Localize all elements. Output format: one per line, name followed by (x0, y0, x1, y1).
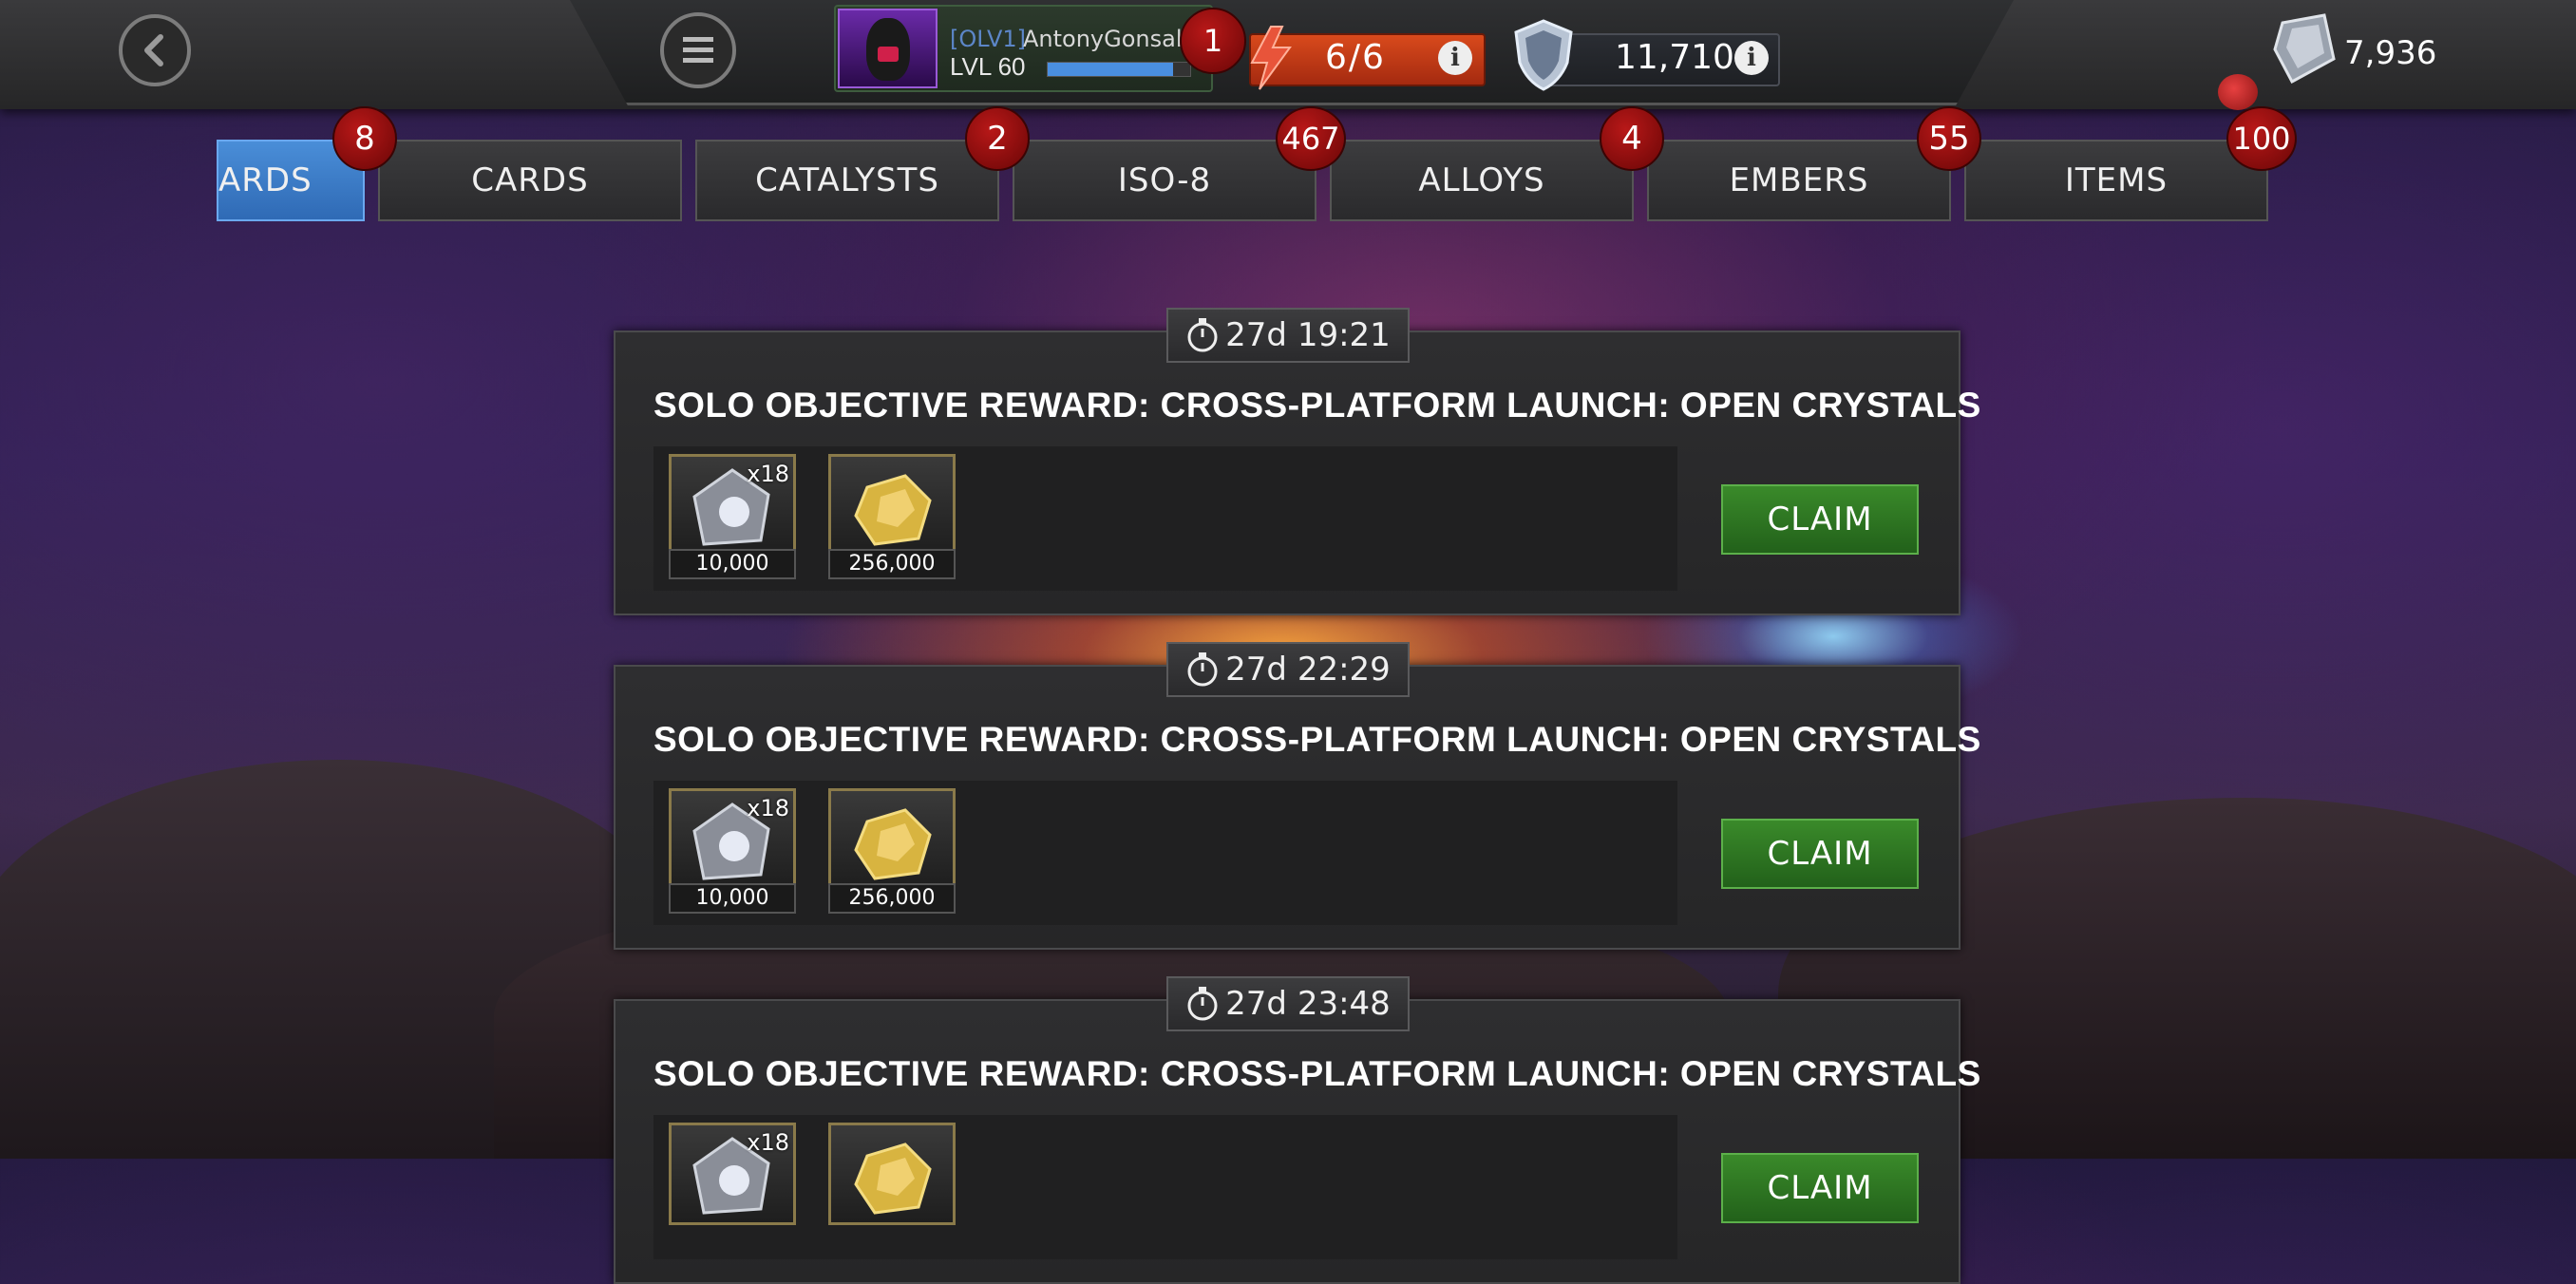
reward-title: SOLO OBJECTIVE REWARD: CROSS-PLATFORM LA… (653, 720, 1981, 759)
timer-text: 27d 22:29 (1225, 651, 1391, 689)
tab-badge: 467 (1276, 106, 1346, 171)
timer-text: 27d 19:21 (1225, 316, 1391, 354)
tab-badge: 2 (965, 106, 1030, 171)
tab-label: ISO-8 (1117, 161, 1212, 199)
gold-icon (854, 1142, 932, 1215)
tab-badge: 8 (332, 106, 397, 171)
tab-label: CARDS (471, 161, 589, 199)
gold-icon (854, 474, 932, 546)
item-value: 256,000 (828, 549, 956, 579)
tab-items[interactable]: ITEMS (1964, 140, 2268, 221)
info-icon[interactable]: i (1438, 41, 1472, 75)
reward-title: SOLO OBJECTIVE REWARD: CROSS-PLATFORM LA… (653, 1054, 1981, 1093)
tab-cards[interactable]: CARDS (378, 140, 682, 221)
reward-card: 27d 19:21 SOLO OBJECTIVE REWARD: CROSS-P… (614, 308, 1980, 615)
reward-timer: 27d 23:48 (1166, 976, 1410, 1031)
back-button[interactable] (119, 14, 191, 86)
tab-iso8[interactable]: ISO-8 (1013, 140, 1316, 221)
stopwatch-icon (1187, 318, 1218, 352)
tab-badge: 100 (2226, 106, 2297, 171)
claim-button[interactable]: CLAIM (1721, 819, 1919, 889)
units-value: 7,936 (2344, 34, 2437, 72)
reward-items: x18 (653, 1115, 1677, 1259)
tab-alloys[interactable]: ALLOYS (1330, 140, 1634, 221)
xp-bar-fill (1048, 63, 1173, 76)
tab-badge: 55 (1917, 106, 1981, 171)
notification-badge[interactable]: 1 (1180, 8, 1246, 74)
item-quantity: x18 (747, 795, 789, 821)
stopwatch-icon (1187, 652, 1218, 687)
reward-card: 27d 22:29 SOLO OBJECTIVE REWARD: CROSS-P… (614, 642, 1980, 950)
tab-catalysts[interactable]: CATALYSTS (695, 140, 999, 221)
player-level: LVL 60 (950, 52, 1026, 81)
spider-icon (2218, 74, 2258, 110)
energy-value: 6/6 (1325, 38, 1386, 77)
tab-label: ARDS (218, 161, 313, 199)
reward-item[interactable]: x18 10,000 (669, 454, 796, 579)
tab-label: EMBERS (1729, 161, 1869, 199)
reward-card: 27d 23:48 SOLO OBJECTIVE REWARD: CROSS-P… (614, 976, 1980, 1284)
energy-icon (1250, 26, 1292, 90)
item-value: 256,000 (828, 883, 956, 914)
stopwatch-icon (1187, 987, 1218, 1021)
tab-label: ITEMS (2064, 161, 2169, 199)
shield-value: 11,710 (1615, 38, 1734, 77)
reward-items: x18 10,000 256,000 (653, 446, 1677, 591)
reward-item[interactable]: 256,000 (828, 454, 956, 579)
item-value: 10,000 (669, 549, 796, 579)
units-icon (2273, 13, 2336, 85)
item-value: 10,000 (669, 883, 796, 914)
alliance-tag: [OLV1] (950, 26, 1027, 52)
tab-badge: 4 (1600, 106, 1664, 171)
reward-title: SOLO OBJECTIVE REWARD: CROSS-PLATFORM LA… (653, 386, 1981, 425)
info-icon[interactable]: i (1734, 41, 1769, 75)
reward-item[interactable]: x18 10,000 (669, 788, 796, 914)
shield-icon (1514, 19, 1573, 91)
claim-button[interactable]: CLAIM (1721, 1153, 1919, 1223)
tab-label: ALLOYS (1418, 161, 1545, 199)
reward-item[interactable]: 256,000 (828, 788, 956, 914)
back-arrow-icon (144, 34, 163, 66)
tab-embers[interactable]: EMBERS (1647, 140, 1951, 221)
reward-item[interactable] (828, 1123, 956, 1248)
item-quantity: x18 (747, 461, 789, 487)
item-quantity: x18 (747, 1129, 789, 1156)
reward-items: x18 10,000 256,000 (653, 781, 1677, 925)
xp-bar (1047, 62, 1191, 77)
reward-item[interactable]: x18 (669, 1123, 796, 1248)
tab-label: CATALYSTS (755, 161, 939, 199)
timer-text: 27d 23:48 (1225, 985, 1391, 1023)
top-bar: [OLV1] AntonyGonsalve LVL 60 1 6/6 i 11,… (0, 0, 2576, 110)
reward-timer: 27d 19:21 (1166, 308, 1410, 363)
avatar (838, 9, 938, 88)
menu-button[interactable] (660, 12, 736, 88)
player-profile[interactable]: [OLV1] AntonyGonsalve LVL 60 (834, 5, 1213, 92)
claim-button[interactable]: CLAIM (1721, 484, 1919, 555)
reward-timer: 27d 22:29 (1166, 642, 1410, 697)
hamburger-icon (683, 37, 713, 63)
gold-icon (854, 808, 932, 880)
